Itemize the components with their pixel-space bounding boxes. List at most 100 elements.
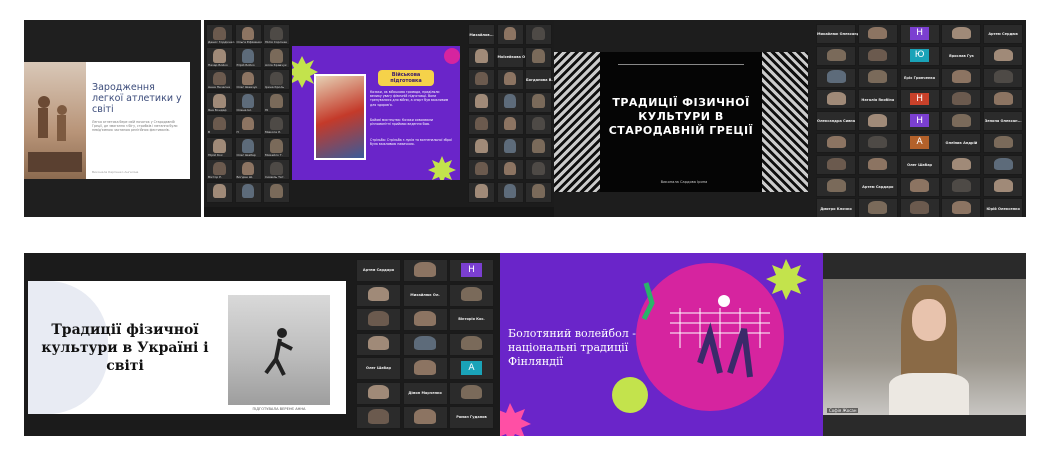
participant-tile[interactable] bbox=[525, 24, 552, 45]
participant-tile[interactable] bbox=[525, 181, 552, 203]
participant-tile[interactable] bbox=[983, 154, 1024, 175]
participant-tile[interactable]: Артем Сардаро bbox=[857, 176, 898, 197]
participant-tile[interactable] bbox=[449, 332, 494, 356]
participant-tile[interactable] bbox=[941, 89, 982, 110]
participant-tile[interactable] bbox=[941, 154, 982, 175]
participant-tile[interactable]: А bbox=[899, 133, 940, 153]
participant-tile[interactable] bbox=[468, 159, 495, 180]
participant-tile[interactable]: Еріх Гринченко bbox=[899, 67, 940, 88]
participant-tile[interactable]: Олеїник Андрій bbox=[941, 133, 982, 153]
participant-tile[interactable]: Роман Гуданов bbox=[449, 406, 494, 429]
participant-tile[interactable] bbox=[356, 332, 401, 356]
participant-tile[interactable]: Юрій Кох bbox=[206, 136, 233, 158]
participant-tile[interactable]: Артем Сардаро bbox=[356, 259, 401, 282]
participant-tile[interactable] bbox=[816, 45, 856, 66]
participant-tile[interactable]: Н bbox=[234, 114, 262, 135]
participant-tile[interactable]: Ольга Єфіменко bbox=[234, 24, 262, 45]
participant-tile[interactable] bbox=[468, 136, 495, 158]
participant-tile[interactable] bbox=[525, 91, 552, 113]
participant-tile[interactable]: Зенона Олексан... bbox=[983, 111, 1024, 132]
participant-tile[interactable] bbox=[356, 406, 401, 429]
participant-tile[interactable]: Дмитро Клочко bbox=[816, 198, 856, 217]
participant-tile[interactable]: Яна Бондар bbox=[206, 91, 233, 113]
participant-tile[interactable] bbox=[468, 91, 495, 113]
participant-tile[interactable] bbox=[263, 181, 290, 203]
participant-tile[interactable]: Олег Шабар bbox=[899, 154, 940, 175]
participant-tile[interactable] bbox=[983, 133, 1024, 153]
participant-tile[interactable] bbox=[857, 45, 898, 66]
participant-tile[interactable]: Михайло Т. bbox=[263, 136, 290, 158]
participant-tile[interactable] bbox=[496, 91, 524, 113]
participant-tile[interactable] bbox=[496, 24, 524, 45]
participant-tile[interactable]: Микола Л. bbox=[263, 114, 290, 135]
participant-tile[interactable]: Назар Бойко bbox=[206, 46, 233, 68]
participant-tile[interactable] bbox=[857, 67, 898, 88]
participant-tile[interactable]: Моїсейкова О. bbox=[496, 46, 526, 68]
participant-tile[interactable]: Віктор Р. bbox=[206, 159, 233, 180]
participant-tile[interactable] bbox=[449, 283, 494, 307]
participant-tile[interactable] bbox=[356, 308, 401, 331]
participant-tile[interactable] bbox=[402, 406, 448, 429]
participant-tile[interactable]: Н bbox=[449, 259, 494, 282]
participant-tile[interactable] bbox=[496, 114, 524, 135]
participant-tile[interactable] bbox=[234, 181, 262, 203]
participant-tile[interactable]: Михайлюк Ол. bbox=[402, 283, 448, 307]
participant-tile[interactable]: Н bbox=[899, 111, 940, 132]
participant-tile[interactable] bbox=[496, 181, 524, 203]
participant-tile[interactable] bbox=[941, 24, 982, 44]
participant-tile[interactable]: Юрій Олексенко bbox=[983, 198, 1024, 217]
participant-tile[interactable] bbox=[857, 133, 898, 153]
participant-tile[interactable] bbox=[983, 67, 1024, 88]
participant-tile[interactable] bbox=[983, 89, 1024, 110]
participant-tile[interactable]: Олег Шевчук bbox=[234, 69, 262, 90]
participant-tile[interactable]: Дімон Марченко bbox=[402, 381, 448, 405]
participant-tile[interactable] bbox=[857, 198, 898, 217]
meeting-controls[interactable] bbox=[204, 207, 555, 217]
participant-tile[interactable] bbox=[496, 136, 524, 158]
participant-tile[interactable]: Михайлов... bbox=[468, 24, 495, 45]
participant-tile[interactable] bbox=[525, 46, 552, 68]
participant-tile[interactable]: Денис Гордієнко bbox=[206, 24, 234, 45]
participant-tile[interactable] bbox=[356, 283, 401, 307]
participant-tile[interactable] bbox=[983, 45, 1024, 66]
participant-tile[interactable]: Алла Кравчук bbox=[263, 46, 290, 68]
participant-tile[interactable] bbox=[402, 332, 448, 356]
participant-tile[interactable]: Н bbox=[899, 89, 940, 110]
participant-tile[interactable] bbox=[816, 133, 856, 153]
participant-tile[interactable]: Артем Сердюк bbox=[983, 24, 1024, 44]
participant-tile[interactable] bbox=[816, 89, 856, 110]
participant-tile[interactable]: Олег Шабар bbox=[356, 357, 401, 380]
participant-tile[interactable] bbox=[857, 111, 898, 132]
participant-tile[interactable] bbox=[206, 181, 233, 203]
participant-tile[interactable] bbox=[941, 67, 982, 88]
participant-tile[interactable] bbox=[525, 159, 552, 180]
participant-tile[interactable]: Юрій Бобко bbox=[234, 46, 262, 68]
participant-tile[interactable]: Юлія Сорочан bbox=[263, 24, 290, 45]
participant-tile[interactable]: Ірина Кроль bbox=[263, 69, 290, 90]
participant-tile[interactable] bbox=[402, 259, 448, 282]
participant-tile[interactable]: Анна Нечесна bbox=[206, 69, 233, 90]
participant-tile[interactable]: Богдан Ш. bbox=[234, 159, 262, 180]
participant-tile[interactable]: Н bbox=[899, 24, 940, 44]
participant-tile[interactable]: Наталія Якобіна bbox=[857, 89, 898, 110]
participant-tile[interactable] bbox=[496, 69, 524, 90]
participant-tile[interactable] bbox=[857, 154, 898, 175]
participant-tile[interactable] bbox=[356, 381, 401, 405]
participant-tile[interactable]: Олена Ш. bbox=[234, 91, 262, 113]
participant-tile[interactable] bbox=[816, 176, 856, 197]
participant-tile[interactable]: Вікторія Кос. bbox=[449, 308, 494, 331]
participant-tile[interactable] bbox=[449, 381, 494, 405]
participant-tile[interactable] bbox=[941, 111, 982, 132]
participant-tile[interactable] bbox=[525, 136, 552, 158]
participant-tile[interactable] bbox=[402, 308, 448, 331]
participant-tile[interactable]: Ярослав Гук bbox=[941, 45, 982, 66]
participant-tile[interactable] bbox=[941, 176, 982, 197]
participant-tile[interactable] bbox=[496, 159, 524, 180]
participant-tile[interactable]: В bbox=[206, 114, 233, 135]
participant-tile[interactable] bbox=[468, 46, 495, 68]
participant-tile[interactable] bbox=[899, 198, 940, 217]
participant-tile[interactable] bbox=[816, 67, 856, 88]
participant-tile[interactable] bbox=[525, 114, 552, 135]
participant-tile[interactable] bbox=[468, 114, 495, 135]
participant-tile[interactable] bbox=[402, 357, 448, 380]
